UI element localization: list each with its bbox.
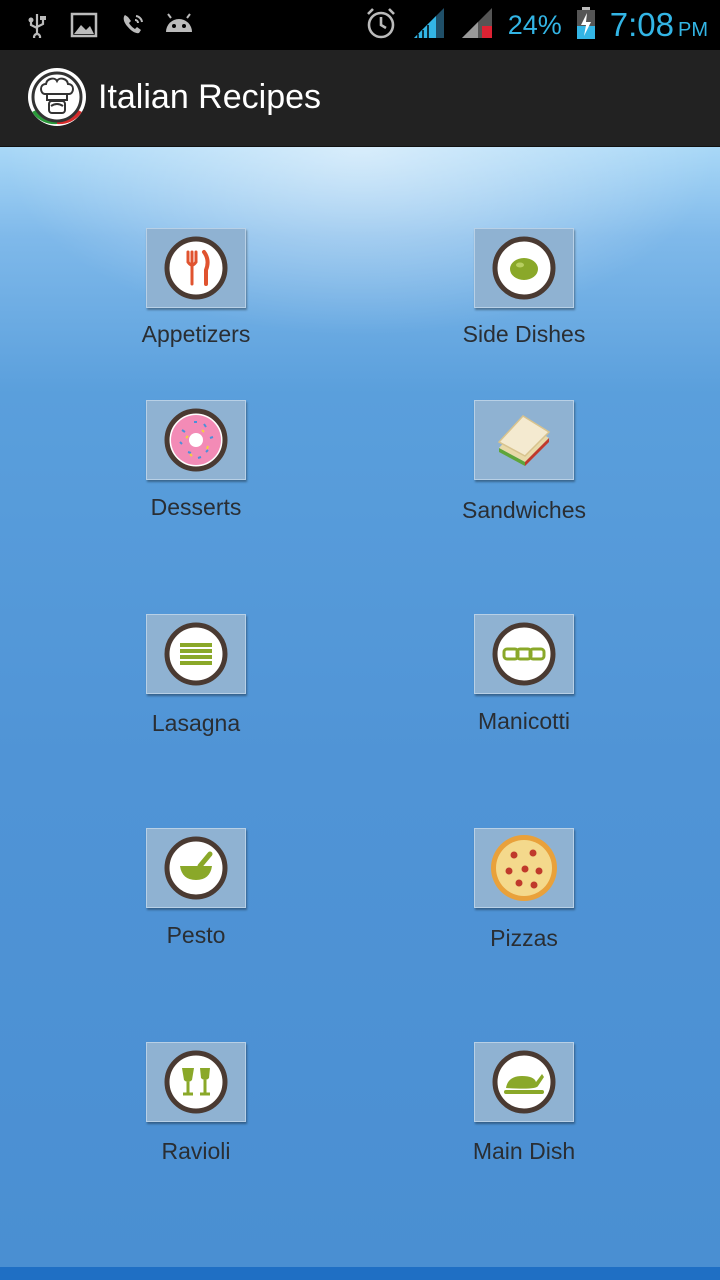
- chef-logo-icon[interactable]: [28, 68, 86, 126]
- battery-charging-icon: [576, 6, 596, 45]
- lasagna-icon: [164, 622, 228, 686]
- usb-icon: [26, 12, 48, 43]
- android-icon: [163, 12, 195, 43]
- status-bar: 24% 7:08 PM: [0, 0, 720, 50]
- appetizers-button[interactable]: [146, 228, 246, 308]
- app-title: Italian Recipes: [98, 78, 322, 116]
- glasses-icon: [164, 1050, 228, 1114]
- lasagna-button[interactable]: [146, 614, 246, 694]
- wifi-signal-icon: [412, 6, 446, 45]
- clock: 7:08 PM: [610, 6, 708, 44]
- sandwiches-label[interactable]: Sandwiches: [404, 497, 644, 524]
- pizzas-label[interactable]: Pizzas: [404, 925, 644, 952]
- olive-icon: [492, 236, 556, 300]
- bottom-edge: [0, 1267, 720, 1280]
- appetizers-label[interactable]: Appetizers: [76, 321, 316, 348]
- alarm-icon: [364, 6, 398, 45]
- battery-percent: 24%: [507, 9, 562, 40]
- cell-signal-icon: [460, 6, 494, 45]
- lasagna-label[interactable]: Lasagna: [76, 710, 316, 737]
- sandwich-icon: [497, 415, 551, 466]
- gallery-icon: [70, 12, 98, 43]
- desserts-button[interactable]: [146, 400, 246, 480]
- pesto-button[interactable]: [146, 828, 246, 908]
- category-grid: [0, 147, 720, 1267]
- sandwiches-button[interactable]: [474, 400, 574, 480]
- clock-ampm: PM: [678, 19, 708, 41]
- pizzas-button[interactable]: [474, 828, 574, 908]
- ravioli-label[interactable]: Ravioli: [76, 1138, 316, 1165]
- fork-knife-icon: [164, 236, 228, 300]
- phone-icon: [120, 12, 146, 43]
- side-dishes-label[interactable]: Side Dishes: [404, 321, 644, 348]
- side-dishes-button[interactable]: [474, 228, 574, 308]
- desserts-label[interactable]: Desserts: [76, 494, 316, 521]
- clock-time: 7:08: [609, 6, 674, 43]
- pizza-icon: [491, 835, 557, 901]
- ravioli-button[interactable]: [146, 1042, 246, 1122]
- main-dish-label[interactable]: Main Dish: [404, 1138, 644, 1165]
- pesto-label[interactable]: Pesto: [76, 922, 316, 949]
- mortar-bowl-icon: [164, 836, 228, 900]
- action-bar: Italian Recipes: [0, 50, 720, 147]
- manicotti-button[interactable]: [474, 614, 574, 694]
- donut-icon: [164, 408, 228, 472]
- roast-chicken-icon: [492, 1050, 556, 1114]
- manicotti-label[interactable]: Manicotti: [404, 708, 644, 735]
- manicotti-icon: [492, 622, 556, 686]
- main-dish-button[interactable]: [474, 1042, 574, 1122]
